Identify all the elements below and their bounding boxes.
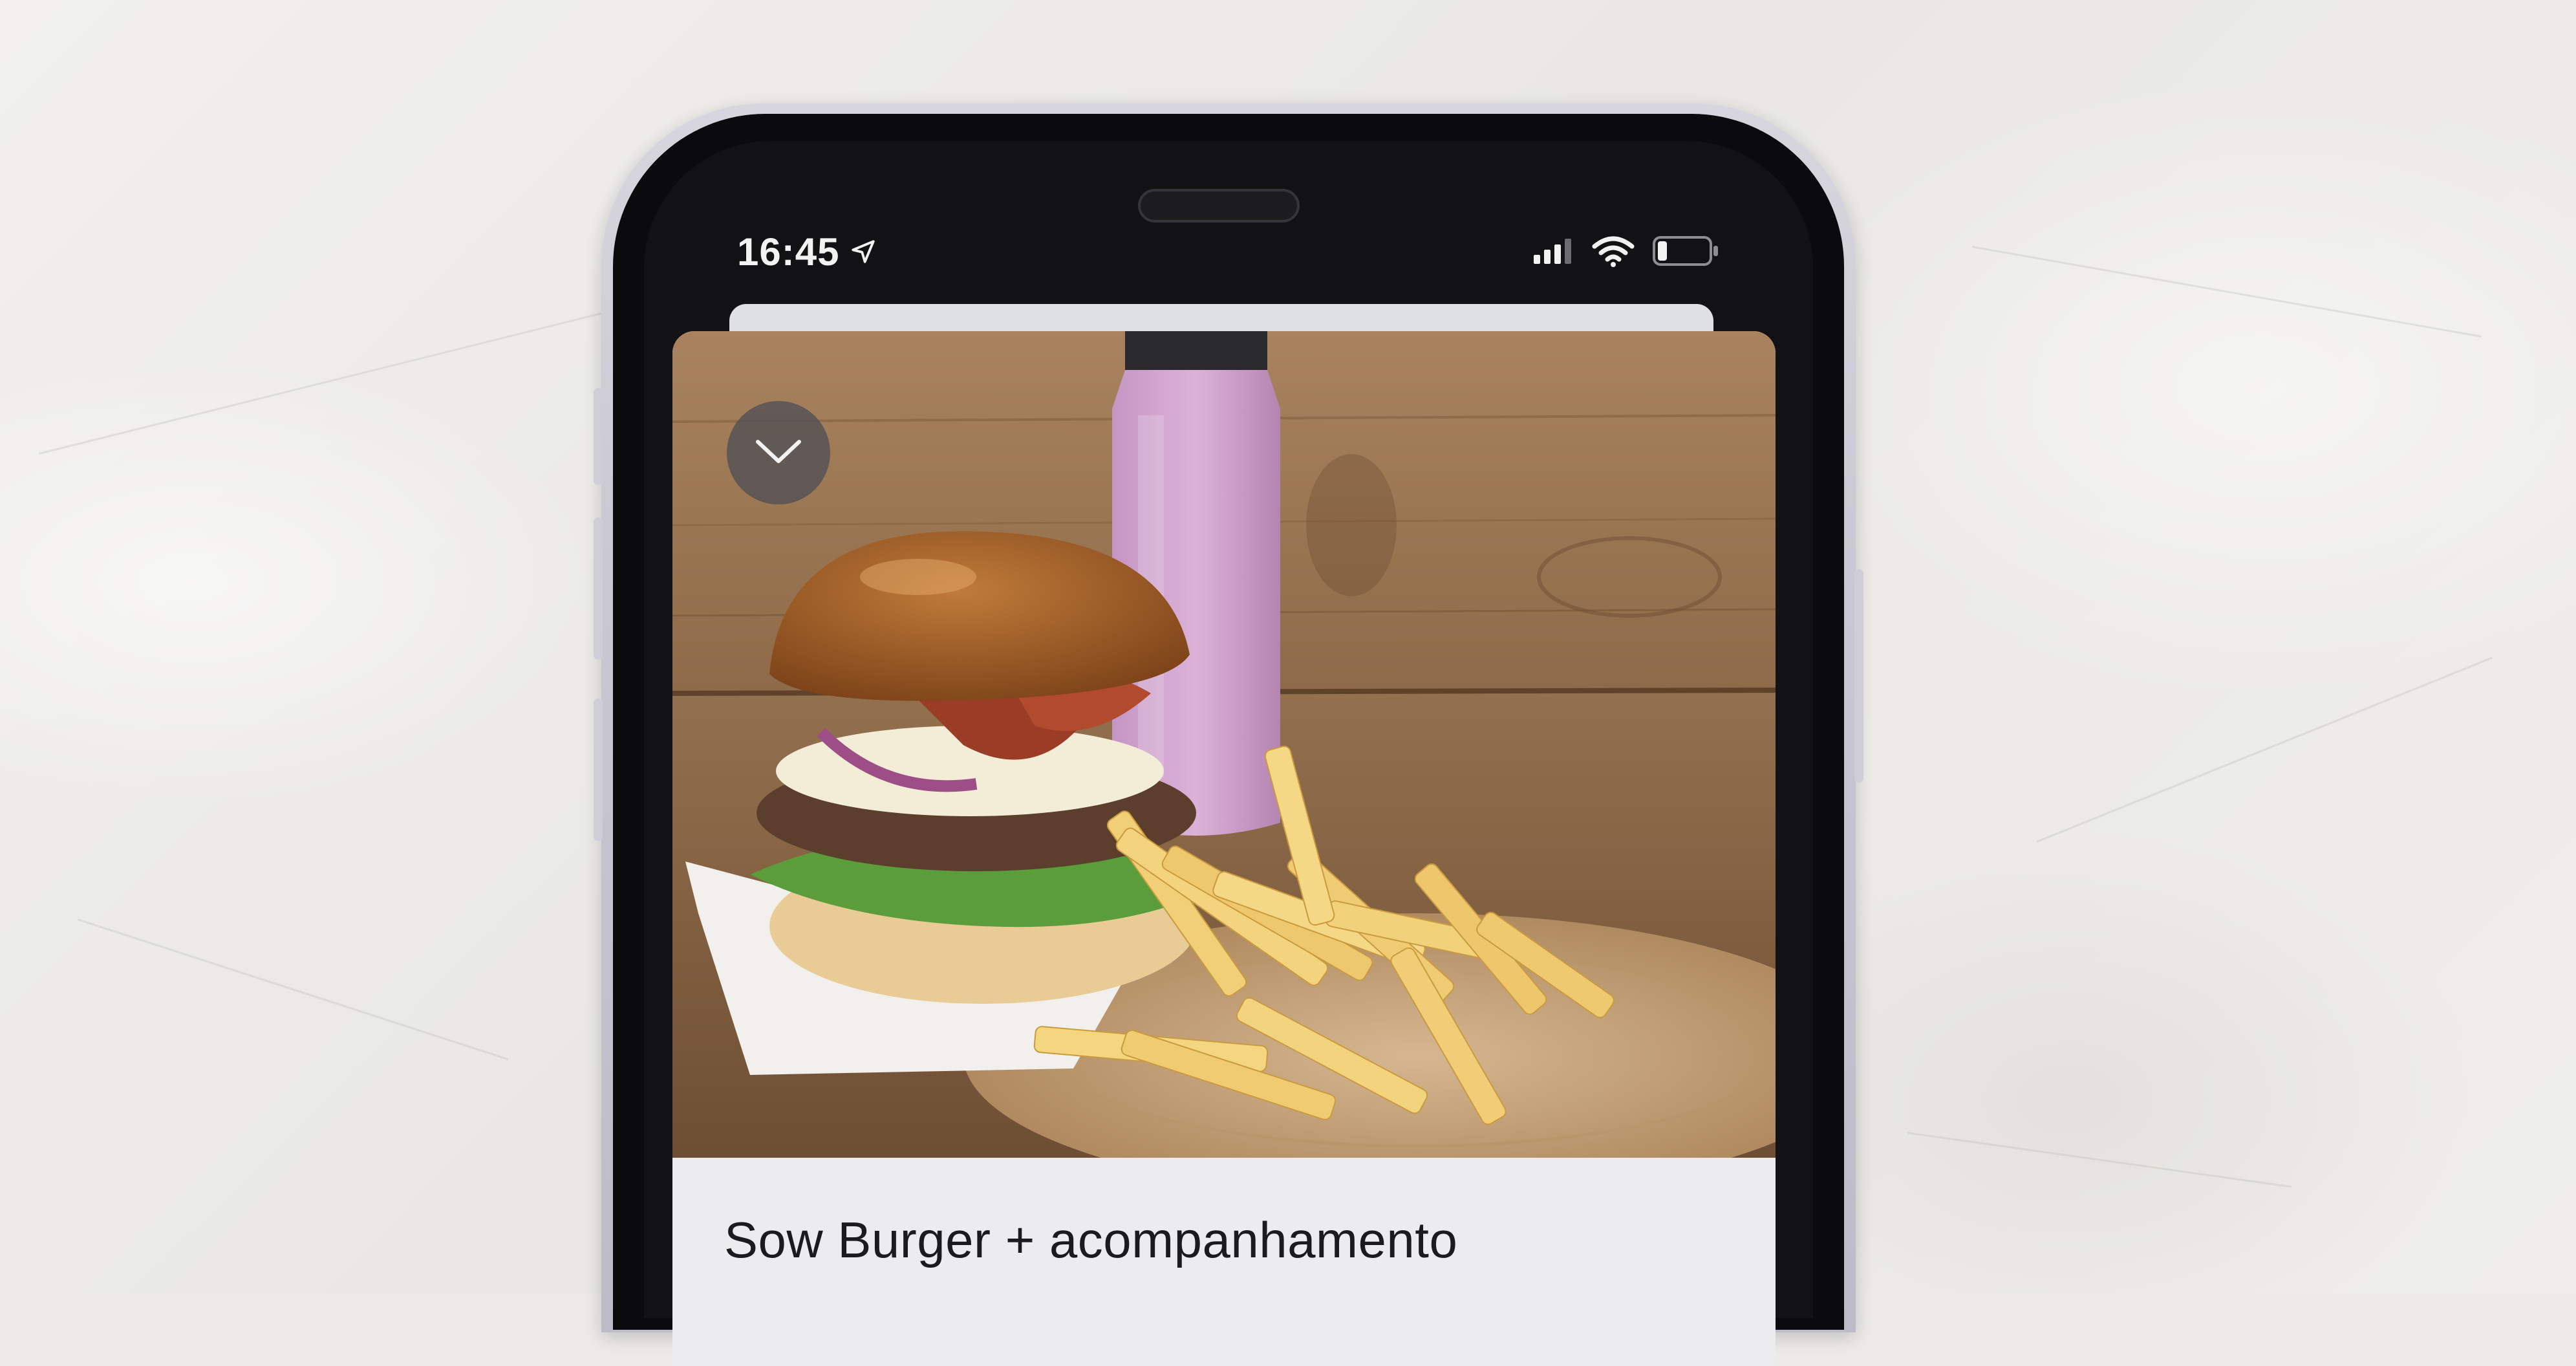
collapse-button[interactable] xyxy=(727,401,830,504)
phone-side-button xyxy=(594,517,603,660)
wifi-icon xyxy=(1592,235,1635,270)
phone-side-button xyxy=(594,388,603,485)
phone-side-button xyxy=(594,699,603,841)
status-icons xyxy=(1532,226,1720,278)
cellular-signal-icon xyxy=(1532,237,1574,268)
earpiece-speaker xyxy=(1138,189,1300,222)
product-detail-card: Sow Burger + acompanhamento xyxy=(672,331,1776,1366)
product-title: Sow Burger + acompanhamento xyxy=(724,1211,1458,1268)
status-time-label: 16:45 xyxy=(737,230,840,274)
phone-side-button xyxy=(1854,569,1863,783)
burger-fries-photo xyxy=(672,331,1776,1158)
chevron-down-icon xyxy=(753,435,804,471)
battery-icon xyxy=(1653,235,1720,270)
location-arrow-icon xyxy=(850,226,877,278)
status-time: 16:45 xyxy=(737,226,877,278)
